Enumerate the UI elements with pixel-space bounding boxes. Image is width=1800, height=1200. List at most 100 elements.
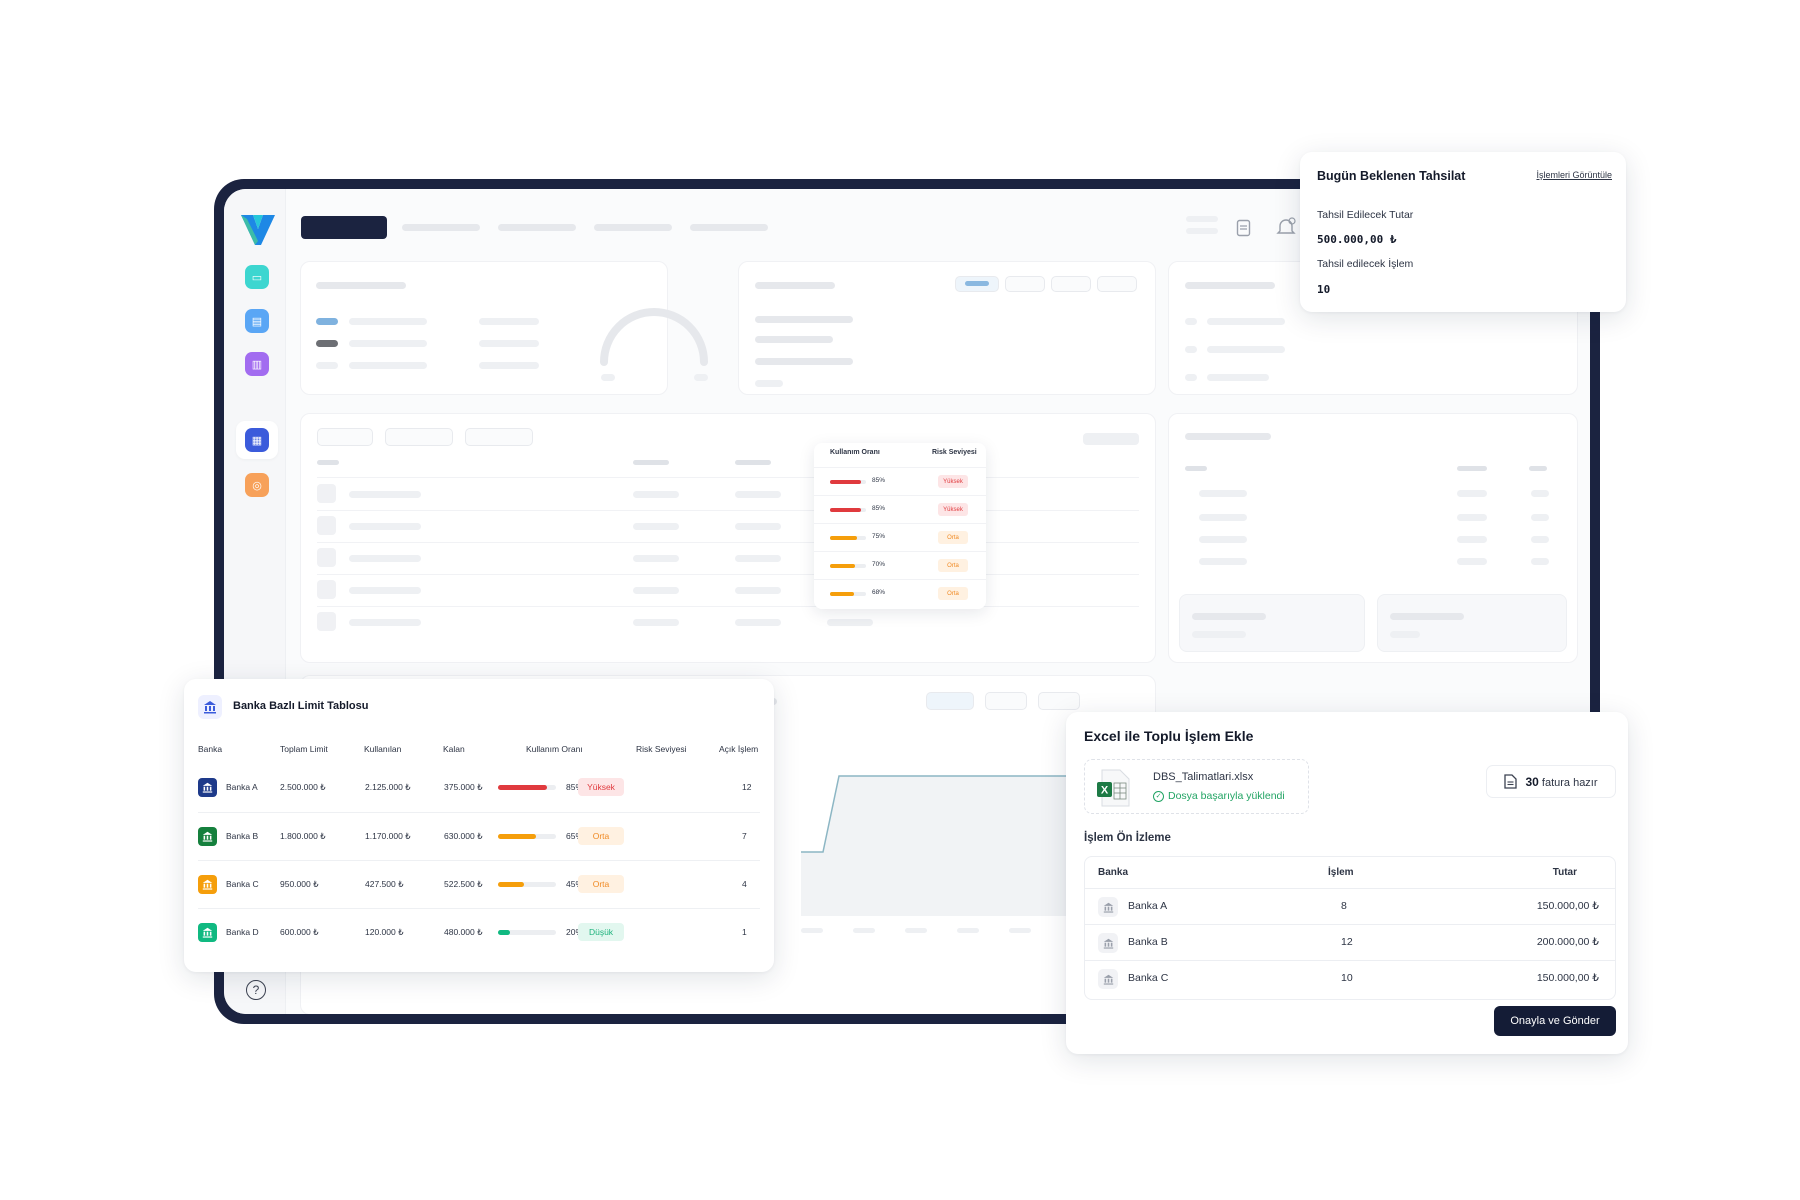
mini-risk-badge: Orta (938, 587, 968, 600)
clipboard-icon[interactable] (1236, 218, 1252, 238)
mini-risk-badge: Yüksek (938, 475, 968, 488)
collection-title: Bugün Beklenen Tahsilat (1317, 169, 1466, 183)
col-header-risk[interactable]: Risk Seviyesi (636, 744, 687, 754)
mini-row[interactable]: 85% Yüksek (814, 467, 986, 495)
top-search-placeholder (1186, 216, 1218, 222)
count-value: 10 (1317, 283, 1331, 296)
preview-count-cell: 12 (1341, 936, 1353, 948)
col-header-total-limit[interactable]: Toplam Limit (280, 744, 328, 754)
bank-icon (198, 778, 217, 797)
mini-usage-pct: 85% (872, 477, 886, 484)
confirm-send-button[interactable]: Onayla ve Gönder (1494, 1006, 1616, 1036)
mini-usage-bar (830, 508, 866, 512)
top-nav-item[interactable] (690, 224, 768, 231)
top-nav-item[interactable] (402, 224, 480, 231)
table-row[interactable]: Banka C 950.000 ₺ 427.500 ₺ 522.500 ₺ 45% Ort… (198, 860, 760, 908)
preview-count-cell: 8 (1341, 900, 1347, 912)
logo-icon[interactable] (239, 211, 277, 247)
bank-limit-table-card: Banka Bazlı Limit Tablosu Banka Toplam L… (184, 679, 774, 972)
amount-value: 500.000,00 ₺ (1317, 233, 1397, 246)
help-icon[interactable]: ? (246, 980, 266, 1000)
mini-row[interactable]: 68% Orta (814, 579, 986, 607)
uploaded-file-box[interactable]: X DBS_Talimatlari.xlsx ✓ Dosya başarıyla… (1084, 759, 1309, 814)
preview-header-bank[interactable]: Banka (1098, 867, 1128, 878)
preview-bank-cell: Banka C (1128, 972, 1169, 984)
table-row[interactable]: Banka B 12 200.000,00 ₺ (1085, 925, 1615, 961)
sidebar-icon-2[interactable]: ▤ (245, 309, 269, 333)
bank-icon (1098, 897, 1118, 917)
used-cell: 120.000 ₺ (365, 927, 404, 937)
sidebar-icon-5[interactable]: ◎ (245, 473, 269, 497)
top-nav-item[interactable] (594, 224, 672, 231)
upload-success-text: Dosya başarıyla yüklendi (1168, 790, 1285, 802)
mini-usage-bar (830, 564, 866, 568)
table-row[interactable]: Banka A 8 150.000,00 ₺ (1085, 889, 1615, 925)
upload-success: ✓ Dosya başarıyla yüklendi (1153, 790, 1285, 802)
table-row[interactable]: Banka B 1.800.000 ₺ 1.170.000 ₺ 630.000 ₺ 65… (198, 812, 760, 860)
usage-popup: Kullanım Oranı Risk Seviyesi 85% Yüksek 85… (814, 443, 986, 609)
preview-header-amount[interactable]: Tutar (1553, 867, 1577, 878)
svg-text:X: X (1101, 785, 1109, 797)
table-row[interactable]: Banka D 600.000 ₺ 120.000 ₺ 480.000 ₺ 20% Düş… (198, 908, 760, 956)
usage-bar-fill (498, 882, 525, 887)
mini-row[interactable]: 85% Yüksek (814, 495, 986, 523)
mini-row[interactable]: 70% Orta (814, 551, 986, 579)
sidebar-icon-3[interactable]: ▥ (245, 352, 269, 376)
mini-header-risk[interactable]: Risk Seviyesi (932, 449, 977, 456)
filter-dropdown[interactable] (317, 428, 373, 446)
mini-header-usage[interactable]: Kullanım Oranı (830, 449, 880, 456)
bell-icon[interactable] (1276, 217, 1296, 237)
preview-header-count[interactable]: İşlem (1328, 867, 1354, 878)
bank-icon (198, 875, 217, 894)
bank-icon (1098, 933, 1118, 953)
used-cell: 1.170.000 ₺ (365, 831, 411, 841)
preview-amount-cell: 150.000,00 ₺ (1536, 972, 1599, 984)
bank-name-cell: Banka D (226, 927, 259, 937)
total-limit-cell: 1.800.000 ₺ (280, 831, 326, 841)
table-row[interactable]: Banka A 2.500.000 ₺ 2.125.000 ₺ 375.000 ₺ 85… (198, 764, 760, 812)
used-cell: 2.125.000 ₺ (365, 782, 411, 792)
top-nav-active[interactable] (301, 216, 387, 239)
preview-count-cell: 10 (1341, 972, 1353, 984)
col-header-bank[interactable]: Banka (198, 744, 222, 754)
col-header-remaining[interactable]: Kalan (443, 744, 465, 754)
mini-row[interactable]: 75% Orta (814, 523, 986, 551)
mini-usage-pct: 70% (872, 561, 886, 568)
mini-usage-bar (830, 480, 866, 484)
risk-badge: Orta (578, 827, 624, 845)
filter-dropdown[interactable] (385, 428, 453, 446)
preview-table-header: Banka İşlem Tutar (1085, 857, 1615, 889)
view-transactions-link[interactable]: İşlemleri Görüntüle (1536, 170, 1612, 180)
open-transactions-cell: 7 (742, 831, 747, 841)
open-transactions-cell: 1 (742, 927, 747, 937)
count-label: Tahsil edilecek İşlem (1317, 258, 1414, 270)
sidebar-icon-1[interactable]: ▭ (245, 265, 269, 289)
bank-limit-title: Banka Bazlı Limit Tablosu (233, 700, 369, 712)
top-nav-item[interactable] (498, 224, 576, 231)
usage-bar (498, 930, 556, 935)
total-limit-cell: 2.500.000 ₺ (280, 782, 326, 792)
amount-label: Tahsil Edilecek Tutar (1317, 209, 1414, 221)
mini-risk-badge: Orta (938, 559, 968, 572)
sidebar-icon-4[interactable]: ▦ (245, 428, 269, 452)
document-icon (1504, 774, 1518, 789)
excel-title: Excel ile Toplu İşlem Ekle (1084, 728, 1254, 744)
mini-usage-fill (830, 508, 861, 512)
mini-usage-bar (830, 536, 866, 540)
usage-bar (498, 834, 556, 839)
mini-risk-badge: Orta (938, 531, 968, 544)
col-header-used[interactable]: Kullanılan (364, 744, 401, 754)
col-header-usage-ratio[interactable]: Kullanım Oranı (526, 744, 583, 754)
check-circle-icon: ✓ (1153, 790, 1164, 802)
col-header-open[interactable]: Açık İşlem (719, 744, 758, 754)
mini-usage-fill (830, 592, 855, 596)
preview-bank-cell: Banka A (1128, 900, 1168, 912)
table-row[interactable]: Banka C 10 150.000,00 ₺ (1085, 961, 1615, 997)
filter-dropdown[interactable] (465, 428, 533, 446)
risk-badge: Yüksek (578, 778, 624, 796)
bank-name-cell: Banka B (226, 831, 259, 841)
preview-title: İşlem Ön İzleme (1084, 832, 1171, 844)
remaining-cell: 522.500 ₺ (444, 879, 483, 889)
mini-usage-pct: 85% (872, 505, 886, 512)
mini-usage-fill (830, 480, 861, 484)
